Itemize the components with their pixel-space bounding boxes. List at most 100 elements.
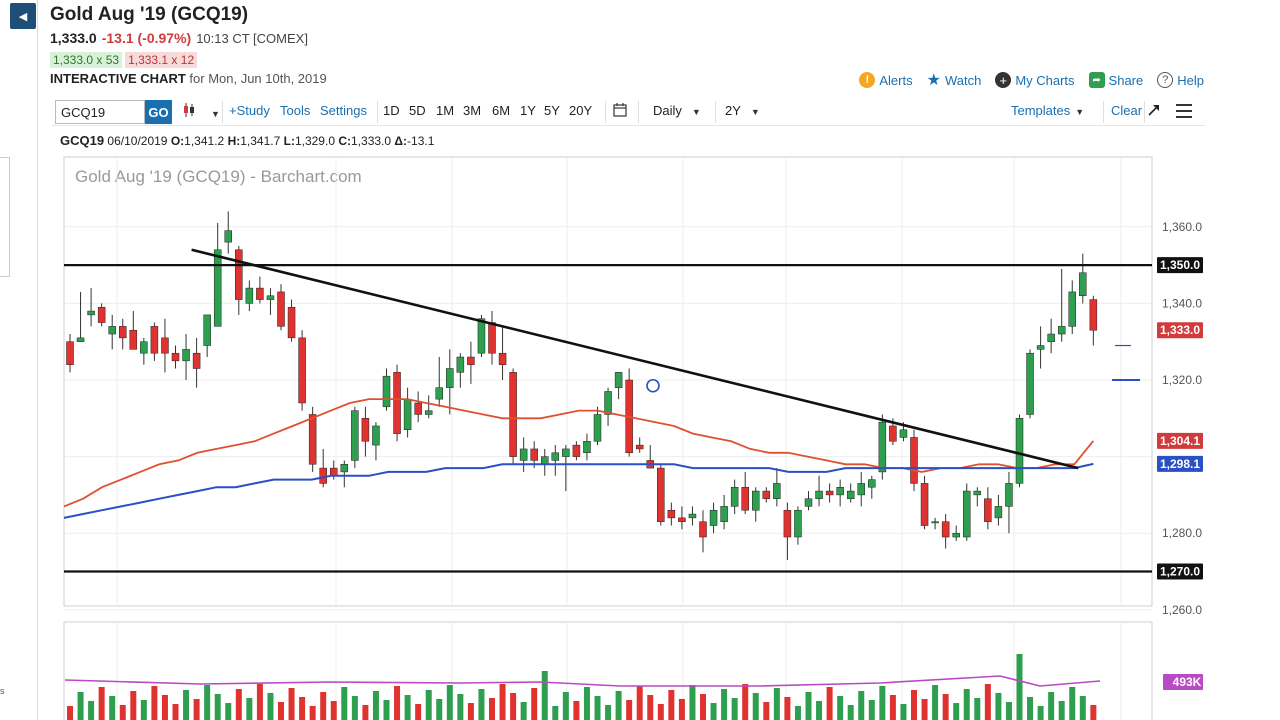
volume-bar bbox=[193, 699, 200, 720]
candle-body bbox=[899, 429, 908, 438]
candle-body bbox=[119, 326, 127, 339]
volume-bar bbox=[161, 695, 168, 720]
volume-bar bbox=[394, 686, 401, 720]
candle-body bbox=[678, 517, 686, 522]
candle-body bbox=[709, 509, 718, 526]
candle-body bbox=[1015, 418, 1024, 484]
volume-bar bbox=[963, 689, 970, 720]
volume-bar bbox=[1058, 701, 1065, 720]
price-tag-label: 1,270.0 bbox=[1160, 565, 1200, 579]
candle-body bbox=[1005, 483, 1013, 507]
volume-bar bbox=[109, 696, 116, 720]
candle-body bbox=[467, 356, 475, 365]
volume-bar bbox=[98, 687, 105, 720]
candle-body bbox=[308, 414, 317, 465]
volume-bar bbox=[436, 699, 443, 720]
volume-bar bbox=[256, 684, 263, 720]
candle-body bbox=[488, 322, 496, 354]
candle-body bbox=[266, 295, 275, 300]
volume-bar bbox=[510, 693, 517, 720]
volume-bar bbox=[647, 695, 654, 720]
candle-body bbox=[1079, 272, 1087, 296]
candle-body bbox=[752, 490, 760, 511]
volume-bar bbox=[974, 698, 981, 720]
volume-bar bbox=[942, 694, 949, 720]
candle-body bbox=[572, 444, 581, 457]
volume-bar bbox=[457, 694, 464, 720]
volume-bar bbox=[837, 696, 844, 720]
volume-bar bbox=[383, 700, 390, 720]
candle-body bbox=[868, 479, 876, 488]
volume-bar bbox=[984, 684, 991, 720]
y-tick-label: 1,320.0 bbox=[1162, 373, 1202, 387]
volume-bar bbox=[1090, 705, 1097, 720]
candle-body bbox=[952, 532, 960, 538]
volume-bar bbox=[731, 698, 738, 720]
volume-bar bbox=[752, 693, 759, 720]
volume-bar bbox=[626, 700, 633, 720]
volume-bar bbox=[225, 703, 232, 720]
volume-bar bbox=[404, 695, 411, 720]
candle-body bbox=[984, 498, 992, 522]
candle-body bbox=[424, 410, 433, 415]
candle-body bbox=[635, 444, 644, 450]
candle-body bbox=[593, 414, 602, 442]
candle-body bbox=[340, 464, 349, 473]
volume-bar bbox=[605, 705, 612, 720]
candle-body bbox=[66, 341, 74, 365]
candle-body bbox=[192, 352, 201, 369]
candle-body bbox=[182, 349, 190, 362]
volume-bar bbox=[130, 691, 137, 720]
volume-bar bbox=[183, 690, 190, 720]
candle-body bbox=[76, 337, 85, 342]
volume-bar bbox=[1069, 687, 1076, 720]
candle-body bbox=[857, 483, 865, 496]
candle-body bbox=[1068, 291, 1076, 327]
volume-bar bbox=[583, 687, 590, 720]
volume-bar bbox=[826, 687, 833, 720]
candle-body bbox=[551, 452, 560, 461]
candle-body bbox=[604, 391, 612, 415]
candle-body bbox=[973, 490, 982, 496]
y-tick-label: 1,360.0 bbox=[1162, 220, 1202, 234]
chart-area bbox=[63, 156, 1153, 607]
candle-body bbox=[87, 310, 95, 316]
volume-bar bbox=[615, 691, 622, 720]
y-axis-ticks: 1,360.0 1,340.0 1,320.0 1,280.0 1,260.0 bbox=[1162, 220, 1202, 617]
volume-bar bbox=[773, 688, 780, 720]
volume-bar bbox=[520, 702, 527, 720]
volume-bar bbox=[119, 705, 126, 720]
candle-body bbox=[287, 306, 296, 339]
candle-body bbox=[794, 509, 802, 538]
y-tick-label: 1,280.0 bbox=[1162, 526, 1202, 540]
volume-bar bbox=[204, 685, 211, 720]
volume-bar bbox=[425, 690, 432, 720]
candle-body bbox=[245, 287, 254, 304]
candle-body bbox=[720, 506, 728, 522]
volume-bar bbox=[858, 691, 865, 720]
volume-bar bbox=[77, 692, 84, 720]
candle-body bbox=[530, 448, 538, 461]
volume-bar bbox=[900, 704, 907, 720]
candle-body bbox=[351, 410, 359, 461]
candle-body bbox=[414, 402, 422, 415]
volume-bar bbox=[351, 696, 358, 720]
candle-body bbox=[699, 521, 707, 538]
volume-bar bbox=[678, 699, 685, 720]
candle-body bbox=[667, 509, 676, 519]
candle-body bbox=[941, 521, 950, 538]
candle-body bbox=[330, 467, 338, 476]
candle-body bbox=[319, 467, 327, 484]
candle-body bbox=[372, 425, 380, 446]
candle-body bbox=[846, 490, 855, 499]
volume-bar bbox=[140, 700, 147, 720]
volume-bar bbox=[636, 686, 643, 720]
volume-bar bbox=[172, 704, 179, 720]
candle-body bbox=[815, 490, 823, 499]
price-chart[interactable]: Gold Aug '19 (GCQ19) - Barchart.com 1,36… bbox=[0, 0, 1280, 720]
volume-bar bbox=[235, 689, 242, 720]
volume-bar bbox=[214, 694, 221, 720]
volume-bar bbox=[1079, 696, 1086, 720]
candle-body bbox=[298, 337, 306, 404]
volume-bar bbox=[816, 701, 823, 720]
